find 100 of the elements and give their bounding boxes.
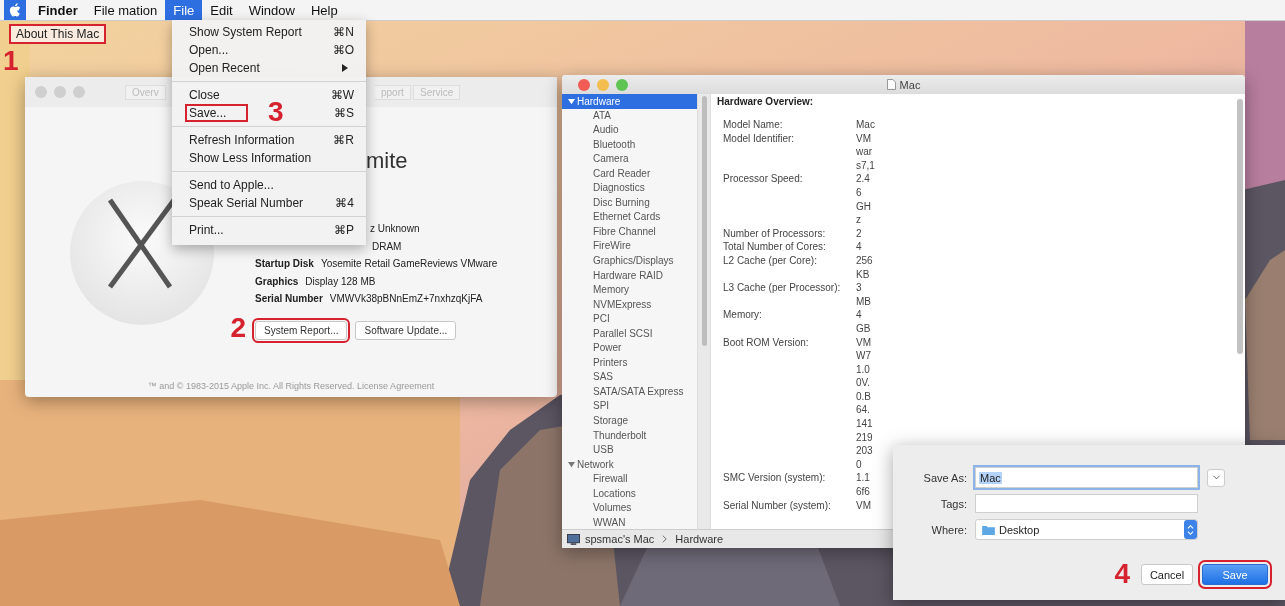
menu-title[interactable]: Edit xyxy=(202,0,241,20)
property-value: 64. xyxy=(856,403,871,418)
folder-icon xyxy=(982,524,995,535)
menu-item[interactable]: Open... ⌘O xyxy=(172,41,366,59)
sidebar-item[interactable]: Power xyxy=(562,341,697,356)
document-icon xyxy=(886,79,896,90)
property-value: war xyxy=(856,145,874,159)
apple-icon xyxy=(9,3,21,17)
spec-label: Serial Number xyxy=(255,293,323,305)
sidebar-item[interactable]: Printers xyxy=(562,355,697,371)
location-popup[interactable]: Desktop xyxy=(975,519,1198,540)
property-label: SMC Version (system): xyxy=(723,471,827,486)
scrollbar[interactable] xyxy=(1237,99,1243,354)
property-value: 3 xyxy=(856,281,863,295)
property-value: 219 xyxy=(856,430,874,445)
sidebar-item[interactable]: Locations xyxy=(562,486,697,502)
menu-item[interactable]: Speak Serial Number ⌘4 xyxy=(172,194,366,212)
sidebar-item[interactable]: Bluetooth xyxy=(562,137,697,153)
path-item[interactable]: Hardware xyxy=(675,533,724,545)
sidebar-item[interactable]: Memory xyxy=(562,283,697,298)
menu-item[interactable]: Send to Apple... xyxy=(172,176,366,194)
sidebar-item[interactable]: Storage xyxy=(562,414,697,429)
property-label: L3 Cache (per Processor): xyxy=(723,281,842,296)
section-title: Hardware Overview: xyxy=(717,96,815,107)
stepper-icon xyxy=(1184,520,1197,539)
property-value: z xyxy=(856,213,862,227)
sidebar-item[interactable]: SATA/SATA Express xyxy=(562,384,697,400)
field-label: Tags: xyxy=(939,497,967,510)
menu-title[interactable]: Help xyxy=(302,0,346,20)
sidebar-item[interactable]: USB xyxy=(562,443,697,458)
apple-menu[interactable] xyxy=(4,0,26,20)
property-label: Memory: xyxy=(723,308,763,323)
sidebar-item[interactable]: ATA xyxy=(562,108,697,124)
sidebar-item[interactable]: WWAN xyxy=(562,515,697,529)
report-button[interactable]: Software Update... xyxy=(355,320,457,340)
property-value: 0.B xyxy=(856,389,872,404)
property-value: 4 xyxy=(856,308,863,322)
menu-item[interactable]: Show System Report ⌘N xyxy=(172,23,366,41)
sidebar-item[interactable]: Volumes xyxy=(562,501,697,516)
menu-item[interactable]: About This Mac xyxy=(9,24,107,44)
zoom-button[interactable] xyxy=(73,86,85,98)
minimize-button[interactable] xyxy=(54,86,66,98)
property-value: s7,1 xyxy=(856,158,876,173)
zoom-button[interactable] xyxy=(616,79,628,91)
property-value: KB xyxy=(856,267,871,282)
spec-value: VMWVk38pBNnEmZ+7nxhzqKjFA xyxy=(329,293,483,305)
menu-title[interactable]: Window xyxy=(240,0,303,20)
app-menu[interactable]: Finder xyxy=(30,0,86,20)
property-label: Boot ROM Version: xyxy=(723,335,810,350)
sidebar-item[interactable]: SPI xyxy=(562,399,697,415)
sidebar-item[interactable]: Hardware xyxy=(562,94,697,109)
sidebar-item[interactable]: Fibre Channel xyxy=(562,224,697,240)
sidebar-item[interactable]: FireWire xyxy=(562,239,697,254)
spec-value: Display 128 MB xyxy=(305,275,376,287)
input-field[interactable]: Mac xyxy=(975,467,1198,488)
path-item[interactable]: spsmac's Mac xyxy=(585,533,655,545)
field-label: Where: xyxy=(930,523,967,536)
menu-item[interactable]: Refresh Information ⌘R xyxy=(172,131,366,149)
sidebar-item[interactable]: PCI xyxy=(562,312,697,327)
property-value: W7 xyxy=(856,349,872,363)
sidebar-item[interactable]: Hardware RAID xyxy=(562,268,697,284)
property-value: VM xyxy=(856,335,872,350)
menu-title[interactable]: File xyxy=(165,0,203,20)
menu-item[interactable]: Print... ⌘P xyxy=(172,221,366,239)
scrollbar[interactable] xyxy=(701,96,707,346)
sidebar-item[interactable]: Thunderbolt xyxy=(562,428,697,444)
sidebar-item[interactable]: Firewall xyxy=(562,472,697,487)
menu-item[interactable]: Show Less Information xyxy=(172,149,366,167)
sidebar-item[interactable]: Disc Burning xyxy=(562,195,697,211)
sidebar-item[interactable]: Ethernet Cards xyxy=(562,210,697,225)
sidebar-item[interactable]: NVMExpress xyxy=(562,297,697,313)
close-button[interactable] xyxy=(35,86,47,98)
report-button[interactable]: System Report... xyxy=(255,320,348,340)
close-button[interactable] xyxy=(578,79,590,91)
property-value: 141 xyxy=(856,417,874,431)
disclosure-icon[interactable] xyxy=(568,97,575,105)
computer-icon xyxy=(567,533,580,545)
sidebar-item[interactable]: Camera xyxy=(562,152,697,167)
sidebar-item[interactable]: Audio xyxy=(562,123,697,138)
chevron-icon xyxy=(662,535,668,543)
copyright-text: ™ and © 1983-2015 Apple Inc. All Rights Reserved. License Agreement xyxy=(146,381,436,393)
sidebar-item[interactable]: Graphics/Displays xyxy=(562,254,697,269)
menu-title[interactable]: File mation xyxy=(85,0,166,20)
tags-field[interactable] xyxy=(975,494,1198,513)
menu-item[interactable]: Open Recent xyxy=(172,59,366,77)
sidebar-item[interactable]: Diagnostics xyxy=(562,181,697,196)
sidebar-item[interactable]: Network xyxy=(562,457,697,473)
sidebar-item[interactable]: Parallel SCSI xyxy=(562,326,697,342)
property-value: 0 xyxy=(856,457,863,472)
sidebar-item[interactable]: Card Reader xyxy=(562,166,697,182)
spec-value: z Unknown xyxy=(370,223,420,235)
step-number: 1 xyxy=(3,47,19,75)
sidebar-item[interactable]: SAS xyxy=(562,370,697,385)
minimize-button[interactable] xyxy=(597,79,609,91)
property-value: 6 xyxy=(856,185,863,200)
dialog-button[interactable]: Cancel xyxy=(1141,564,1193,585)
expand-button[interactable] xyxy=(1207,468,1225,487)
disclosure-icon[interactable] xyxy=(568,461,575,469)
property-value: GH xyxy=(856,199,872,214)
property-value: 1.1 xyxy=(856,471,871,486)
